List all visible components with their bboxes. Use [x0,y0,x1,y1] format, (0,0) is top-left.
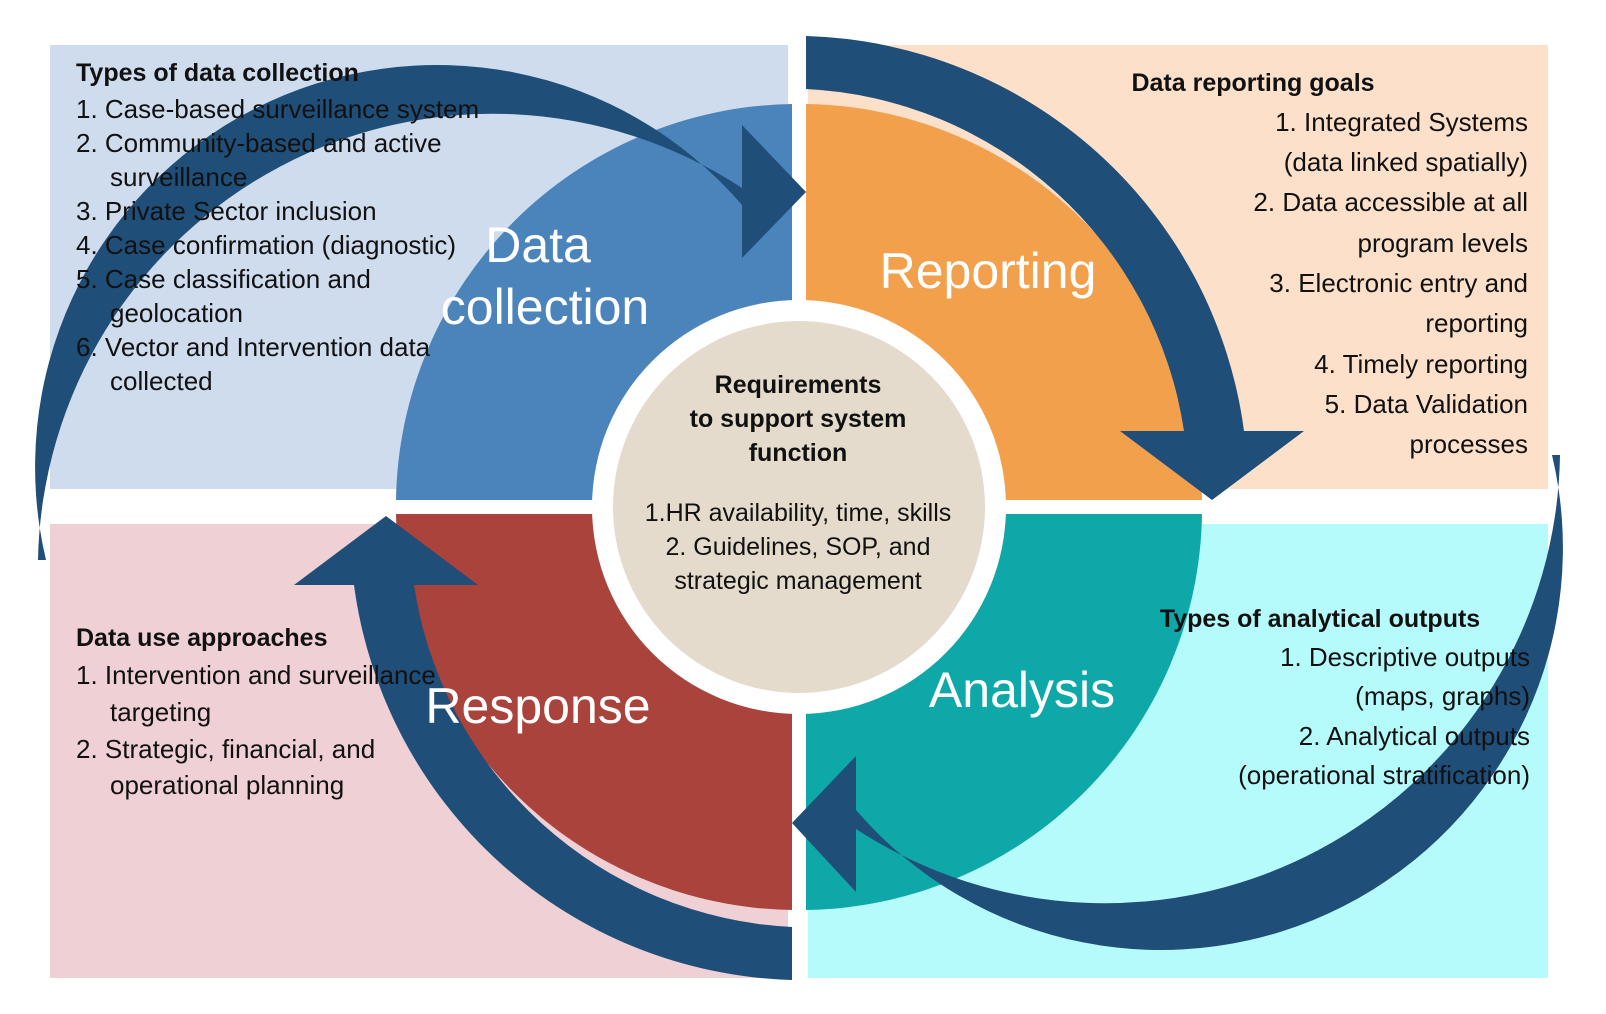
list-item: 3. Electronic entry and [1269,267,1528,298]
list-item: (data linked spatially) [1283,147,1528,178]
text-block-response: Data use approaches 1. Intervention and … [76,622,506,804]
list-item: 1. Intervention and surveillance targeti… [76,659,436,727]
list-item: reporting [1425,308,1528,339]
list-item: 2. Analytical outputs [1298,720,1530,751]
list-item: 1. Case-based surveillance system [76,93,480,124]
list-item: processes [1409,429,1529,460]
diagram-canvas: Data collection Reporting Analysis Respo… [0,0,1606,1014]
list-item: 3. Private Sector inclusion [76,195,377,226]
list-item: 1.HR availability, time, skills [644,499,952,527]
hub-text-block: Requirements to support system function … [598,368,998,598]
list-item: strategic management [674,567,922,595]
list-item: (operational stratification) [1238,760,1530,791]
list-response: 1. Intervention and surveillance targeti… [76,657,506,805]
list-item: 5. Case classification and geolocation [76,263,371,329]
list-item: (maps, graphs) [1355,681,1530,712]
list-item: 6. Vector and Intervention data collecte… [76,332,431,397]
hub-requirement-list: 1.HR availability, time, skills 2. Guide… [598,496,998,598]
hub-title-line1: Requirements [714,371,882,399]
hub-title: Requirements to support system function [598,368,998,470]
heading-response: Data use approaches [76,624,328,652]
list-item: 5. Data Validation [1324,388,1528,419]
wedge-label-analysis: Analysis [929,662,1115,718]
list-item: 4. Case confirmation (diagnostic) [76,229,457,260]
list-item: 2. Strategic, financial, and operational… [76,733,376,801]
hub-title-line3: function [748,439,848,467]
list-item: 4. Timely reporting [1314,348,1528,379]
heading-analysis: Types of analytical outputs [1159,605,1481,633]
list-item: 2. Community-based and active surveillan… [76,127,442,192]
text-block-reporting: Data reporting goals 1. Integrated Syste… [1058,67,1528,464]
text-block-data-collection: Types of data collection 1. Case-based s… [76,57,506,398]
list-data-collection: 1. Case-based surveillance system 2. Com… [76,92,506,398]
heading-reporting: Data reporting goals [1131,69,1375,97]
list-analysis: 1. Descriptive outputs (maps, graphs) 2.… [1110,638,1530,796]
heading-data-collection: Types of data collection [76,59,359,87]
list-item: 1. Descriptive outputs [1279,641,1530,672]
list-reporting: 1. Integrated Systems (data linked spati… [1058,102,1528,465]
list-item: 2. Guidelines, SOP, and [665,533,931,561]
text-block-analysis: Types of analytical outputs 1. Descripti… [1110,603,1530,796]
list-item: program levels [1357,227,1528,258]
hub-title-line2: to support system [689,405,907,433]
list-item: 2. Data accessible at all [1253,187,1528,218]
list-item: 1. Integrated Systems [1275,106,1528,137]
